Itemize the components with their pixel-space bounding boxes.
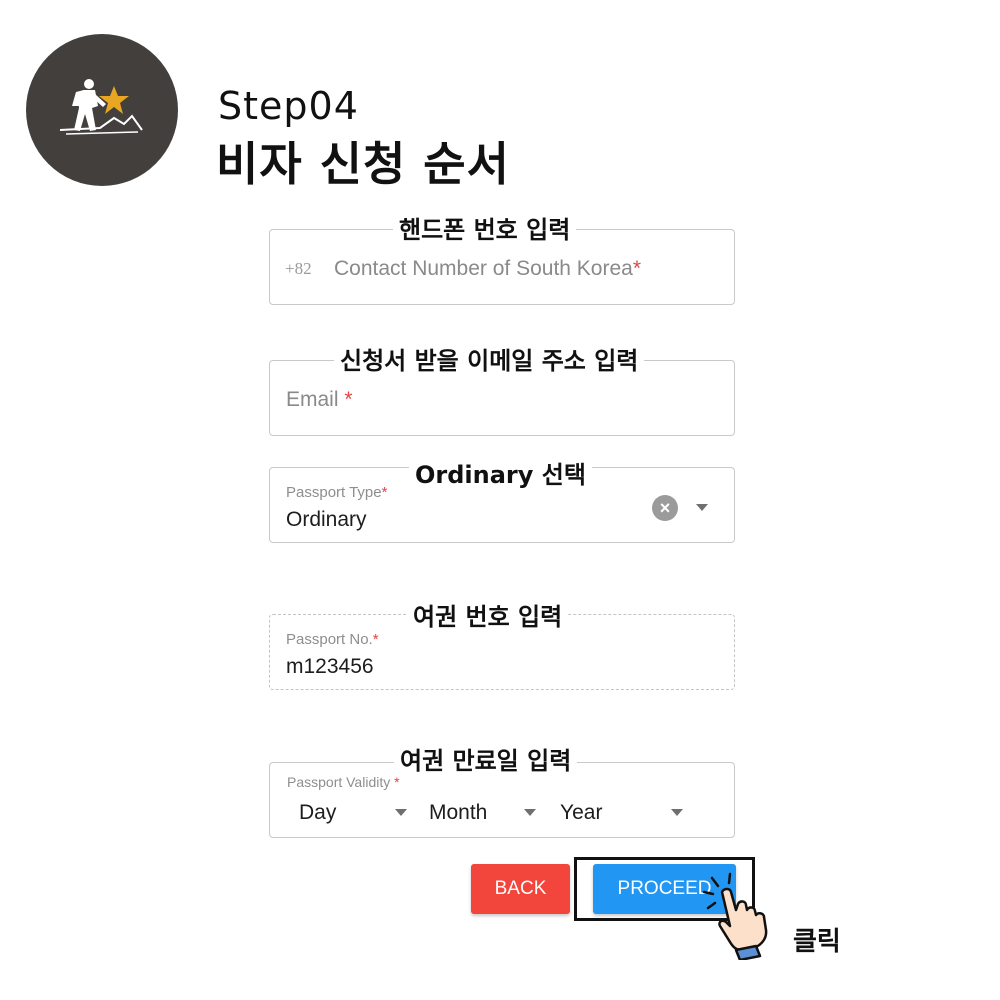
required-mark: *: [381, 484, 388, 501]
email-placeholder: Email *: [286, 388, 353, 411]
email-annotation: 신청서 받을 이메일 주소 입력: [334, 347, 645, 375]
year-select[interactable]: Year: [560, 801, 602, 825]
country-code-prefix: +82: [285, 259, 312, 278]
month-select[interactable]: Month: [429, 801, 487, 825]
required-mark: *: [344, 388, 353, 411]
passport-validity-annotation: 여권 만료일 입력: [394, 747, 578, 775]
chevron-down-icon[interactable]: [671, 809, 683, 816]
passport-validity-label: Passport Validity *: [287, 774, 400, 790]
passport-type-label: Passport Type*: [286, 484, 388, 501]
clear-icon[interactable]: ×: [652, 495, 678, 521]
phone-placeholder: Contact Number of South Korea*: [334, 257, 642, 280]
chevron-down-icon[interactable]: [524, 809, 536, 816]
required-mark: *: [372, 631, 379, 648]
step-subtitle: 비자 신청 순서: [216, 137, 510, 191]
click-annotation: 클릭: [793, 927, 841, 957]
hiker-star-logo-icon: [59, 79, 143, 135]
passport-number-value: m123456: [286, 655, 374, 678]
day-select[interactable]: Day: [299, 801, 336, 825]
step-title: Step04: [218, 84, 359, 128]
back-button[interactable]: BACK: [471, 864, 570, 914]
pointing-hand-icon: [702, 872, 768, 960]
passport-type-value: Ordinary: [286, 508, 367, 531]
chevron-down-icon[interactable]: [395, 809, 407, 816]
passport-type-annotation: Ordinary 선택: [409, 461, 592, 489]
chevron-down-icon[interactable]: [696, 504, 708, 511]
passport-number-label: Passport No.*: [286, 631, 379, 648]
required-mark: *: [632, 257, 642, 280]
passport-number-annotation: 여권 번호 입력: [407, 603, 569, 631]
required-mark: *: [394, 774, 400, 790]
phone-annotation: 핸드폰 번호 입력: [393, 216, 577, 244]
logo: [26, 34, 178, 186]
